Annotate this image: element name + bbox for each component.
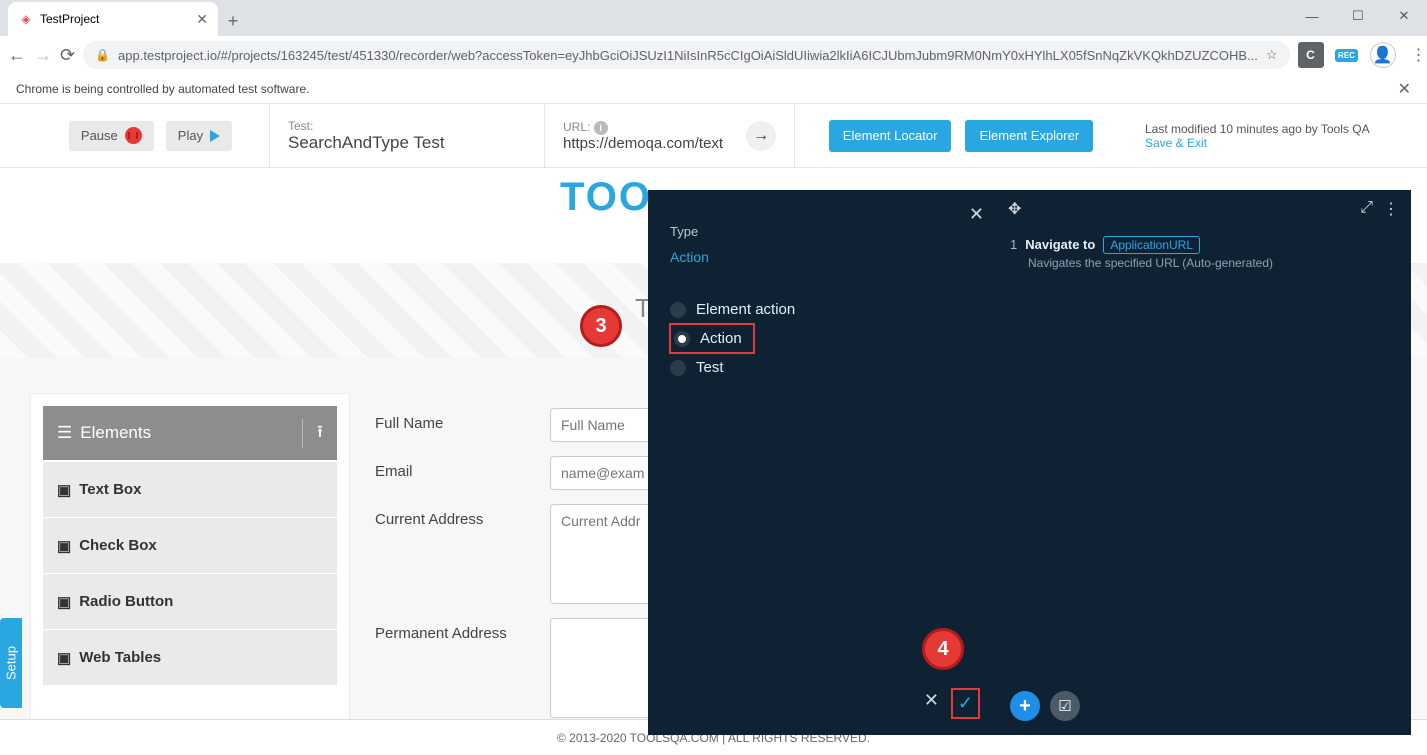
upload-icon: ⭱ xyxy=(302,419,323,448)
window-close[interactable]: ✕ xyxy=(1381,0,1427,32)
info-icon[interactable]: i xyxy=(594,121,608,135)
url-text: app.testproject.io/#/projects/163245/tes… xyxy=(118,48,1258,63)
url-value: https://demoqa.com/text xyxy=(563,135,776,152)
test-name: SearchAndType Test xyxy=(288,133,526,153)
item-icon: ▣ xyxy=(57,649,71,667)
star-icon[interactable]: ☆ xyxy=(1266,47,1278,63)
element-explorer-button[interactable]: Element Explorer xyxy=(965,120,1093,152)
chrome-menu-icon[interactable]: ⋮ xyxy=(1406,42,1427,68)
sidebar-item-checkbox[interactable]: ▣Check Box xyxy=(43,517,337,573)
toolsqa-logo: TOO xyxy=(560,175,652,220)
steps-panel: ✥ ⤢ ⋮ 1 Navigate to ApplicationURL Navig… xyxy=(996,190,1411,735)
tab-title: TestProject xyxy=(40,12,99,26)
pause-button[interactable]: Pause xyxy=(69,121,154,151)
full-name-label: Full Name xyxy=(375,408,550,432)
chrome-extension-icons: C REC 👤 ⋮ xyxy=(1298,42,1427,68)
steps-body: 1 Navigate to ApplicationURL Navigates t… xyxy=(996,228,1411,278)
last-modified-text: Last modified 10 minutes ago by Tools QA xyxy=(1145,122,1409,136)
step-number: 1 xyxy=(1010,237,1017,252)
radio-icon xyxy=(674,331,690,347)
option-test[interactable]: Test xyxy=(670,353,974,382)
callout-badge-4: 4 xyxy=(922,628,964,670)
tab-close-icon[interactable]: ✕ xyxy=(196,11,208,28)
recorder-header: Pause Play Test: SearchAndType Test URL:… xyxy=(0,104,1427,168)
type-panel-close-icon[interactable]: ✕ xyxy=(969,204,984,225)
back-button[interactable]: ← xyxy=(8,41,26,69)
sidebar-header[interactable]: ☰ Elements ⭱ xyxy=(43,406,337,461)
current-address-label: Current Address xyxy=(375,504,550,528)
automation-notice-text: Chrome is being controlled by automated … xyxy=(16,82,309,96)
sidebar-panel: ☰ Elements ⭱ ▣Text Box ▣Check Box ▣Radio … xyxy=(30,393,350,732)
sidebar-header-label: Elements xyxy=(80,423,151,442)
profile-icon[interactable]: 👤 xyxy=(1370,42,1396,68)
save-and-exit-link[interactable]: Save & Exit xyxy=(1145,136,1409,150)
permanent-address-label: Permanent Address xyxy=(375,618,550,642)
menu-icon: ☰ xyxy=(57,423,72,442)
forward-button[interactable]: → xyxy=(34,41,52,69)
move-icon[interactable]: ✥ xyxy=(1008,199,1021,219)
browser-tab[interactable]: ◈ TestProject ✕ xyxy=(8,2,218,36)
step-description: Navigates the specified URL (Auto-genera… xyxy=(1028,256,1397,270)
navigate-go-button[interactable]: → xyxy=(746,121,776,151)
step-row[interactable]: 1 Navigate to ApplicationURL xyxy=(1010,236,1397,254)
play-icon xyxy=(210,130,220,142)
collapse-icon[interactable]: ⤢ xyxy=(1360,199,1373,219)
recorder-extension-icon[interactable]: REC xyxy=(1334,42,1360,68)
lock-icon: 🔒 xyxy=(95,48,110,62)
browser-chrome: — ☐ ✕ ◈ TestProject ✕ + ← → ⟳ 🔒 app.test… xyxy=(0,0,1427,74)
play-button[interactable]: Play xyxy=(166,121,232,151)
type-options: Element action Action Test xyxy=(670,295,974,382)
window-maximize[interactable]: ☐ xyxy=(1335,0,1381,32)
item-icon: ▣ xyxy=(57,481,71,499)
new-tab-button[interactable]: + xyxy=(218,6,248,36)
add-step-button[interactable]: + xyxy=(1010,691,1040,721)
pause-label: Pause xyxy=(81,128,118,143)
record-dot-icon xyxy=(125,127,142,144)
steps-menu-icon[interactable]: ⋮ xyxy=(1383,199,1399,219)
type-cancel-icon[interactable]: ✕ xyxy=(924,690,939,717)
element-locator-button[interactable]: Element Locator xyxy=(829,120,952,152)
steps-panel-footer: + ☑ xyxy=(1010,691,1080,721)
steps-panel-header: ✥ ⤢ ⋮ xyxy=(996,190,1411,228)
option-action[interactable]: Action xyxy=(670,324,754,353)
window-controls: — ☐ ✕ xyxy=(1289,0,1427,32)
automation-notice-bar: Chrome is being controlled by automated … xyxy=(0,74,1427,104)
step-title: Navigate to xyxy=(1025,237,1095,252)
modified-info: Last modified 10 minutes ago by Tools QA… xyxy=(1127,104,1427,167)
radio-icon xyxy=(670,302,686,318)
multi-select-button[interactable]: ☑ xyxy=(1050,691,1080,721)
window-minimize[interactable]: — xyxy=(1289,0,1335,32)
type-label: Type xyxy=(670,224,974,239)
url-bar[interactable]: 🔒 app.testproject.io/#/projects/163245/t… xyxy=(83,41,1289,69)
type-confirm-icon[interactable]: ✓ xyxy=(953,690,978,717)
radio-icon xyxy=(670,360,686,376)
type-dropdown[interactable]: Action xyxy=(670,249,974,265)
sidebar-item-textbox[interactable]: ▣Text Box xyxy=(43,461,337,517)
item-icon: ▣ xyxy=(57,537,71,555)
test-info: Test: SearchAndType Test xyxy=(270,104,545,167)
email-label: Email xyxy=(375,456,550,480)
sidebar-item-radiobutton[interactable]: ▣Radio Button xyxy=(43,573,337,629)
test-label: Test: xyxy=(288,119,526,133)
play-label: Play xyxy=(178,128,203,143)
address-bar: ← → ⟳ 🔒 app.testproject.io/#/projects/16… xyxy=(0,36,1427,74)
step-param-chip: ApplicationURL xyxy=(1103,236,1200,254)
extension-c-icon[interactable]: C xyxy=(1298,42,1324,68)
option-element-action[interactable]: Element action xyxy=(670,295,974,324)
callout-badge-3: 3 xyxy=(580,305,622,347)
sidebar-item-webtables[interactable]: ▣Web Tables xyxy=(43,629,337,685)
recorder-controls: Pause Play xyxy=(0,104,270,167)
reload-button[interactable]: ⟳ xyxy=(60,41,75,69)
type-panel-footer: ✕ ✓ xyxy=(924,690,978,717)
setup-tab[interactable]: Setup xyxy=(0,618,22,708)
url-label: URL: i xyxy=(563,120,776,135)
automation-notice-close[interactable]: ✕ xyxy=(1398,79,1411,99)
tabs-bar: ◈ TestProject ✕ + xyxy=(0,0,1427,36)
url-info: URL: i https://demoqa.com/text → xyxy=(545,104,795,167)
element-tools: Element Locator Element Explorer xyxy=(795,104,1127,167)
item-icon: ▣ xyxy=(57,593,71,611)
tab-favicon-icon: ◈ xyxy=(18,11,34,27)
